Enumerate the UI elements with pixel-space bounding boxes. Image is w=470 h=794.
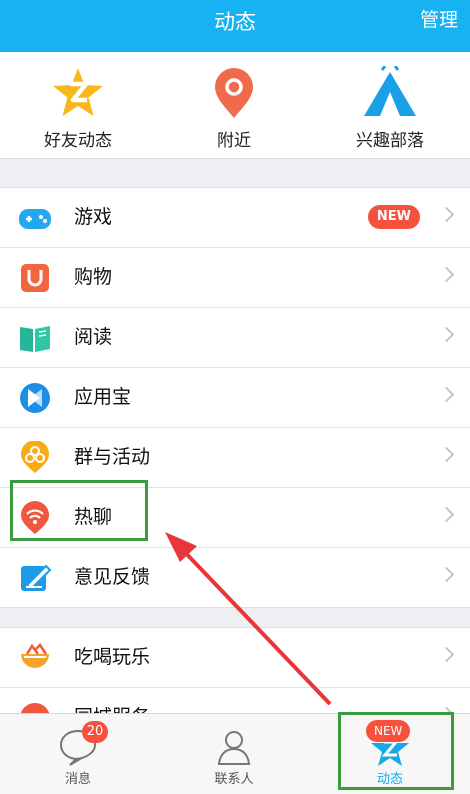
annotation-arrow	[165, 532, 332, 706]
tab-label: 联系人	[214, 772, 254, 787]
tab-messages[interactable]: 20 消息	[0, 714, 156, 794]
highlight-box-feed-tab	[338, 712, 454, 790]
tab-label: 消息	[64, 772, 91, 787]
unread-count-badge: 20	[82, 721, 108, 743]
contacts-icon	[217, 731, 251, 765]
tab-contacts[interactable]: 联系人	[156, 714, 312, 794]
